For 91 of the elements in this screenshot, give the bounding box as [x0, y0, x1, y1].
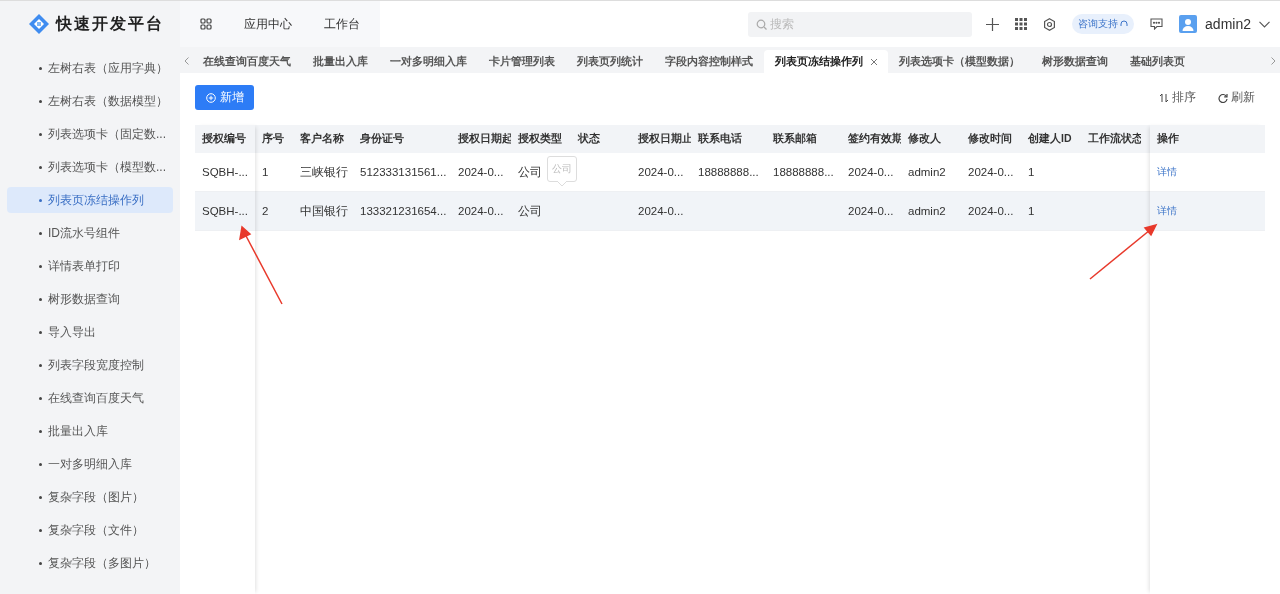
cell-text: 三峡银行 [300, 164, 348, 180]
cell-text: admin2 [908, 205, 946, 217]
apps-grid-icon[interactable] [1015, 18, 1028, 30]
column-header: 联系电话 [691, 125, 766, 153]
cell-text: 2024-0... [458, 205, 504, 217]
tab[interactable]: 列表选项卡（模型数据） [888, 50, 1031, 73]
pointer-icon [557, 181, 567, 187]
nav-link[interactable]: 应用中心 [244, 15, 292, 33]
cell-text: 2024-0... [638, 205, 684, 217]
column-header: 创建人ID [1021, 125, 1081, 153]
sort-icon [1159, 92, 1169, 103]
column-header: 修改时间 [961, 125, 1021, 153]
tab[interactable]: 卡片管理列表 [478, 50, 566, 73]
tab[interactable]: 列表页列统计 [566, 50, 654, 73]
tab[interactable]: 批量出入库 [302, 50, 379, 73]
sidebar-item[interactable]: 详情表单打印 [7, 253, 173, 279]
detail-link[interactable]: 详情 [1157, 165, 1177, 179]
sidebar-item[interactable]: 左树右表（数据模型） [7, 88, 173, 114]
column-header: 身份证号 [353, 125, 451, 153]
detail-link[interactable]: 详情 [1157, 204, 1177, 218]
column-header: 授权编号 [195, 125, 255, 153]
refresh-button[interactable]: 刷新 [1218, 89, 1255, 106]
column-header: 序号 [255, 125, 293, 153]
sort-button[interactable]: 排序 [1159, 89, 1196, 106]
sidebar-item[interactable]: ID流水号组件 [7, 220, 173, 246]
cell-text: 2024-0... [638, 166, 684, 178]
avatar-icon[interactable] [1179, 15, 1198, 33]
tab[interactable]: 列表页冻结操作列 [764, 50, 888, 73]
chevron-left-icon[interactable] [184, 57, 189, 65]
chevron-down-icon[interactable] [1259, 20, 1270, 28]
cell-text: 2024-0... [458, 166, 504, 178]
sidebar-item[interactable]: 导入导出 [7, 319, 173, 345]
cell-text: 1 [262, 166, 269, 178]
cell-text: 512333131561... [360, 166, 447, 178]
support-badge[interactable]: 咨询支持 [1072, 14, 1135, 34]
tab[interactable]: 字段内容控制样式 [654, 50, 764, 73]
close-icon[interactable] [871, 58, 877, 65]
search-icon [756, 18, 768, 30]
settings-icon[interactable] [1043, 17, 1057, 31]
cell-text: 公司 [518, 164, 542, 180]
cell-text: admin2 [908, 166, 946, 178]
column-header: 操作 [1150, 125, 1265, 153]
plus-circle-icon [205, 92, 216, 103]
cell-text: 1 [1028, 166, 1035, 178]
tab[interactable]: 基础列表页 [1119, 50, 1196, 73]
apps-grid-icon[interactable] [200, 18, 212, 30]
column-header: 客户名称 [293, 125, 353, 153]
sidebar-item[interactable]: 列表页冻结操作列 [7, 187, 173, 213]
nav-link[interactable]: 工作台 [324, 15, 360, 33]
cell-text: SQBH-... [202, 205, 248, 217]
plus-icon[interactable] [986, 17, 1000, 31]
logo-icon [28, 13, 50, 35]
column-header: 联系邮箱 [766, 125, 841, 153]
cell-text: 133321231654... [360, 205, 447, 217]
sidebar-item[interactable]: 列表选项卡（固定数... [7, 121, 173, 147]
chevron-right-icon[interactable] [1271, 57, 1276, 65]
column-header: 状态 [571, 125, 631, 153]
cell-text: 1 [1028, 205, 1035, 217]
chat-icon[interactable] [1150, 18, 1164, 30]
column-header [1141, 125, 1150, 153]
refresh-icon [1218, 92, 1228, 103]
tab[interactable]: 一对多明细入库 [379, 50, 478, 73]
tab[interactable]: 树形数据查询 [1031, 50, 1119, 73]
cell-text: SQBH-... [202, 166, 248, 178]
cell-text: 2024-0... [848, 205, 894, 217]
column-header: 授权类型 [511, 125, 571, 153]
cell-text: 公司 [518, 203, 542, 219]
add-button[interactable]: 新增 [195, 85, 254, 110]
sidebar-item[interactable]: 复杂字段（文件） [7, 517, 173, 543]
cell-text: 2024-0... [968, 166, 1014, 178]
sidebar-item[interactable]: 一对多明细入库 [7, 451, 173, 477]
user-name[interactable]: admin2 [1205, 16, 1251, 32]
sidebar-item[interactable]: 复杂字段（图片） [7, 484, 173, 510]
column-header: 修改人 [901, 125, 961, 153]
tab[interactable]: 在线查询百度天气 [192, 50, 302, 73]
app-title: 快速开发平台 [56, 13, 164, 34]
cell-text: 2024-0... [968, 205, 1014, 217]
sidebar-item[interactable]: 列表选项卡（模型数... [7, 154, 173, 180]
search-field[interactable]: 搜索 [748, 11, 973, 37]
sidebar-item[interactable]: 批量出入库 [7, 418, 173, 444]
sidebar-item[interactable]: 左树右表（应用字典） [7, 55, 173, 81]
sidebar-item[interactable]: 树形数据查询 [7, 286, 173, 312]
cell-text: 18888888... [698, 166, 759, 178]
cell-text: 2 [262, 205, 269, 217]
sidebar-item[interactable]: 列表字段宽度控制 [7, 352, 173, 378]
cell-text: 18888888... [773, 166, 834, 178]
sidebar-item[interactable]: 在线查询百度天气 [7, 385, 173, 411]
cell-text: 中国银行 [300, 203, 348, 219]
sidebar-item[interactable]: 复杂字段（多图片） [7, 550, 173, 576]
cell-text: 2024-0... [848, 166, 894, 178]
annotation-arrow [1089, 223, 1158, 280]
